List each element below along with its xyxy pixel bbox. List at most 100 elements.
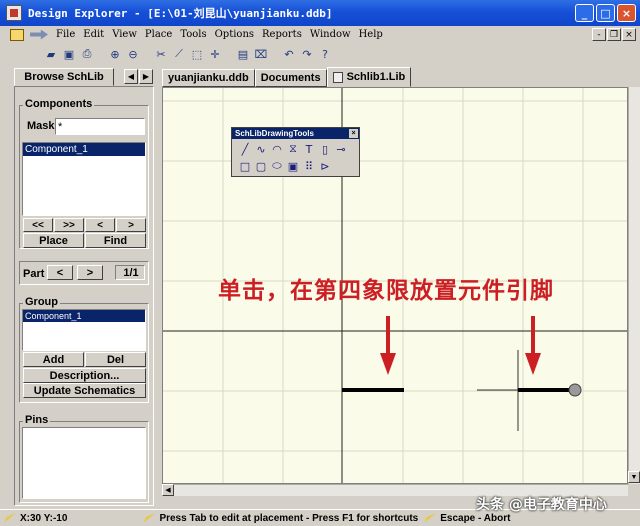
text-icon[interactable]: T [302, 142, 316, 156]
schlib-drawing-tools[interactable]: SchLibDrawingTools × ╱ ∿ ◠ ⧖ T ▯ ⊸ □ ▢ ⬭… [231, 127, 360, 177]
panel-body: Components Mask * Component_1 << >> < > … [14, 86, 154, 506]
tab-yuanjianku-ddb[interactable]: yuanjianku.ddb [162, 69, 255, 87]
scroll-down-arrow-icon[interactable]: ▼ [628, 471, 640, 483]
status-coords: X:30 Y:-10 [20, 512, 68, 524]
pencil-icon [4, 513, 16, 523]
part-counter: 1/1 [115, 265, 145, 280]
reports-icon[interactable]: ▤ [236, 47, 250, 61]
close-button[interactable]: × [617, 4, 636, 22]
rounded-rectangle-icon[interactable]: ▢ [254, 159, 268, 173]
array-icon[interactable]: ⠿ [302, 159, 316, 173]
toolbox-title: SchLibDrawingTools [235, 129, 314, 138]
watermark: 头条 @电子教育中心 [476, 497, 607, 513]
menu-options[interactable]: Options [215, 29, 254, 40]
minimize-button[interactable]: _ [575, 4, 594, 22]
document-restore-button[interactable]: ❐ [607, 28, 621, 41]
pencil-icon [143, 513, 156, 523]
part-label: Part [23, 268, 45, 280]
vertical-scrollbar[interactable]: ▼ [628, 87, 640, 484]
ellipse-icon[interactable]: ⬭ [270, 159, 284, 173]
title-bar: Design Explorer - [E:\01-刘昆山\yuanjianku.… [0, 0, 640, 26]
tab-scroll-right-button[interactable]: ▶ [139, 69, 153, 84]
mask-input[interactable]: * [55, 118, 145, 135]
wire-icon[interactable]: ⟋ [172, 47, 186, 61]
menu-view[interactable]: View [112, 29, 137, 40]
arrow-icon[interactable] [30, 29, 48, 40]
arc-icon[interactable]: ◠ [270, 142, 284, 156]
tab-scroll-left-button[interactable]: ◀ [124, 69, 138, 84]
cut-icon[interactable]: ✂ [154, 47, 168, 61]
menu-edit[interactable]: Edit [83, 29, 104, 40]
pencil-icon [424, 513, 437, 523]
clear-icon[interactable]: ⌧ [254, 47, 268, 61]
menu-bar: File Edit View Place Tools Options Repor… [0, 26, 640, 43]
pin-hotspot-icon [568, 383, 582, 397]
toolbox-title-bar[interactable]: SchLibDrawingTools × [232, 128, 359, 139]
last-component-button[interactable]: >> [54, 218, 84, 232]
print-icon[interactable]: ⎙ [80, 47, 94, 61]
menu-place[interactable]: Place [145, 29, 172, 40]
menu-help[interactable]: Help [359, 29, 383, 40]
group-list[interactable]: Component_1 [22, 309, 146, 351]
save-icon[interactable]: ▣ [62, 47, 76, 61]
del-button[interactable]: Del [85, 352, 146, 367]
tab-label: Schlib1.Lib [346, 71, 406, 83]
rectangle-icon[interactable]: □ [238, 159, 252, 173]
pin-icon[interactable]: ⊸ [334, 142, 348, 156]
find-button[interactable]: Find [85, 233, 146, 248]
tab-browse-schlib[interactable]: Browse SchLib [14, 68, 114, 86]
app-icon[interactable] [6, 5, 22, 21]
new-part-icon[interactable]: ▯ [318, 142, 332, 156]
tab-documents[interactable]: Documents [254, 69, 327, 87]
select-icon[interactable]: ⬚ [190, 47, 204, 61]
ieee-symbol-icon[interactable]: ⊳ [318, 159, 332, 173]
first-component-button[interactable]: << [23, 218, 53, 232]
browse-panel: Browse SchLib ◀ ▶ Components Mask * Comp… [0, 65, 160, 509]
folder-open-icon[interactable]: ▰ [44, 47, 58, 61]
list-item[interactable]: Component_1 [23, 143, 145, 156]
document-minimize-button[interactable]: - [592, 28, 606, 41]
image-icon[interactable]: ▣ [286, 159, 300, 173]
help-icon[interactable]: ? [318, 47, 332, 61]
polygon-icon[interactable]: ⧖ [286, 142, 300, 156]
maximize-button[interactable]: □ [596, 4, 615, 22]
status-escape: Escape - Abort [440, 512, 511, 524]
document-menu-icon[interactable] [10, 28, 24, 41]
move-icon[interactable]: ✛ [208, 47, 222, 61]
menu-tools[interactable]: Tools [180, 29, 206, 40]
document-close-button[interactable]: × [622, 28, 636, 41]
zoom-out-icon[interactable]: ⊖ [126, 47, 140, 61]
place-button[interactable]: Place [23, 233, 84, 248]
list-item[interactable]: Component_1 [23, 310, 145, 322]
components-label: Components [23, 98, 95, 110]
redo-icon[interactable]: ↷ [300, 47, 314, 61]
prev-component-button[interactable]: < [85, 218, 115, 232]
tab-schlib1-lib[interactable]: Schlib1.Lib [326, 67, 412, 87]
pins-label: Pins [23, 414, 51, 426]
next-component-button[interactable]: > [116, 218, 146, 232]
next-part-button[interactable]: > [77, 265, 103, 280]
window-title: Design Explorer - [E:\01-刘昆山\yuanjianku.… [28, 7, 333, 20]
schlib-file-icon [332, 71, 343, 83]
annotation-text: 单击，在第四象限放置元件引脚 [218, 278, 554, 304]
bezier-icon[interactable]: ∿ [254, 142, 268, 156]
prev-part-button[interactable]: < [47, 265, 73, 280]
update-schematics-button[interactable]: Update Schematics [23, 383, 146, 398]
pins-list[interactable] [22, 427, 146, 499]
mask-label: Mask [27, 120, 55, 132]
menu-reports[interactable]: Reports [262, 29, 302, 40]
component-list[interactable]: Component_1 [22, 142, 146, 216]
toolbox-close-button[interactable]: × [349, 129, 358, 138]
status-message: Press Tab to edit at placement - Press F… [159, 512, 419, 524]
line-icon[interactable]: ╱ [238, 142, 252, 156]
description-button[interactable]: Description... [23, 368, 146, 383]
zoom-in-icon[interactable]: ⊕ [108, 47, 122, 61]
document-tabs: yuanjianku.ddb Documents Schlib1.Lib [162, 67, 640, 87]
add-button[interactable]: Add [23, 352, 84, 367]
menu-window[interactable]: Window [310, 29, 351, 40]
undo-icon[interactable]: ↶ [282, 47, 296, 61]
arrow-icon [380, 316, 396, 375]
scroll-left-arrow-icon[interactable]: ◀ [162, 484, 174, 496]
menu-file[interactable]: File [56, 29, 75, 40]
arrow-icon [525, 316, 541, 375]
